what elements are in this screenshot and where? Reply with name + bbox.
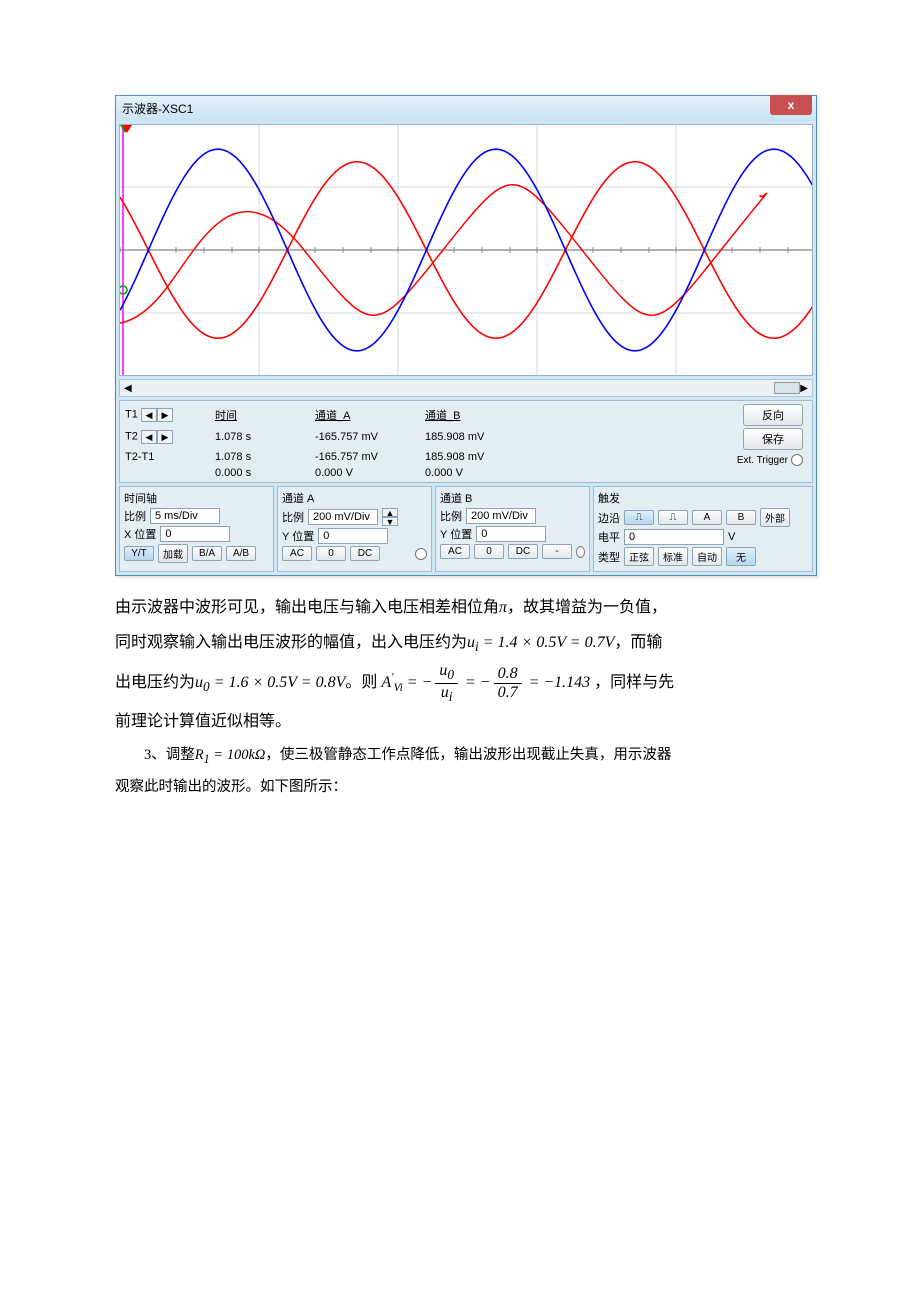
close-button[interactable]: x [770,95,812,115]
window-title: 示波器-XSC1 [122,100,193,117]
ba-button[interactable]: B/A [192,546,222,561]
t2-cha: -165.757 mV [315,451,425,463]
cha-probe-indicator [415,548,427,560]
edge-rise-button[interactable]: ⎍ [624,510,654,525]
dt-time: 0.000 s [215,467,315,479]
chb-scale-label: 比例 [440,508,462,524]
symbol-pi: π [499,599,507,616]
cha-head: 通道 A [282,490,427,506]
paragraph-6: 观察此时输出的波形。如下图所示： [115,772,805,804]
yt-button[interactable]: Y/T [124,546,154,561]
save-button[interactable]: 保存 [743,428,803,450]
close-icon: x [788,98,795,112]
timebase-head: 时间轴 [124,490,269,506]
trig-level-label: 电平 [598,529,620,545]
tb-xpos-label: X 位置 [124,526,156,542]
trigger-panel: 触发 边沿 ⎍ ⎍ A B 外部 电平 0 V 类型 正弦 标准 [593,486,813,572]
t2-time: 1.078 s [215,451,315,463]
reverse-button[interactable]: 反向 [743,404,803,426]
window-titlebar[interactable]: 示波器-XSC1 x [116,96,816,121]
ab-button[interactable]: A/B [226,546,256,561]
trig-sine-button[interactable]: 正弦 [624,547,654,566]
edge-fall-button[interactable]: ⎍ [658,510,688,525]
t2-left-icon[interactable]: ◀ [141,430,157,444]
eq-ui: ui = 1.4 × 0.5V = 0.7V [467,634,614,651]
cha-column-head: 通道_A [315,407,425,423]
trig-none-button[interactable]: 无 [726,547,756,566]
waveform-svg [120,125,813,375]
paragraph-4: 前理论计算值近似相等。 [115,704,805,739]
chb-minus-button[interactable]: - [542,544,572,559]
cha-zero-button[interactable]: 0 [316,546,346,561]
paragraph-1: 由示波器中波形可见，输出电压与输入电压相差相位角π，故其增益为一负值， [115,590,805,625]
cha-scale-label: 比例 [282,509,304,525]
paragraph-5: 3、调整R1 = 100kΩ，使三极管静态工作点降低，输出波形出现截止失真，用示… [115,740,805,772]
t2-label: T2 [125,431,138,443]
dt-chb: 0.000 V [425,467,535,479]
dt-label: T2-T1 [125,451,215,463]
trig-level-unit: V [728,531,735,543]
add-button[interactable]: 加载 [158,544,188,563]
trig-ext-button[interactable]: 外部 [760,508,790,527]
t1-cha: -165.757 mV [315,431,425,443]
scroll-right-icon[interactable]: ▶ [800,383,808,394]
scroll-thumb[interactable] [774,382,800,394]
trig-edge-label: 边沿 [598,510,620,526]
dt-cha: 0.000 V [315,467,425,479]
chb-column-head: 通道_B [425,407,535,423]
horizontal-scrollbar[interactable]: ◀ ▶ [119,379,813,397]
t1-chb: 185.908 mV [425,431,535,443]
chb-scale-field[interactable]: 200 mV/Div [466,508,536,524]
tb-scale-label: 比例 [124,508,146,524]
trig-head: 触发 [598,490,808,506]
trig-b-button[interactable]: B [726,510,756,525]
cha-ypos-field[interactable]: 0 [318,528,388,544]
t1-left-icon[interactable]: ◀ [141,408,157,422]
chb-probe-indicator [576,546,585,558]
chb-zero-button[interactable]: 0 [474,544,504,559]
t2-chb: 185.908 mV [425,451,535,463]
eq-avi: A′Vi = −u0ui = −0.80.7 = −1.143 [381,674,594,691]
t2-right-icon[interactable]: ▶ [157,430,173,444]
oscilloscope-window: 示波器-XSC1 x [115,95,817,576]
trig-a-button[interactable]: A [692,510,722,525]
timebase-panel: 时间轴 比例 5 ms/Div X 位置 0 Y/T 加载 B/A A/B [119,486,274,572]
trig-type-label: 类型 [598,549,620,565]
eq-r1: R1 = 100kΩ [195,747,266,763]
t1-label: T1 [125,409,138,421]
scroll-left-icon[interactable]: ◀ [124,383,132,394]
channel-b-panel: 通道 B 比例 200 mV/Div Y 位置 0 AC 0 DC - [435,486,590,572]
control-panels: 时间轴 比例 5 ms/Div X 位置 0 Y/T 加载 B/A A/B 通道… [119,486,813,572]
cha-scale-down-icon[interactable]: ▼ [382,517,398,526]
waveform-display [119,124,813,376]
cha-dc-button[interactable]: DC [350,546,380,561]
trig-std-button[interactable]: 标准 [658,547,688,566]
paragraph-3: 出电压约为u0 = 1.6 × 0.5V = 0.8V。则 A′Vi = −u0… [115,662,805,705]
ext-trigger-indicator [791,454,803,466]
chb-head: 通道 B [440,490,585,506]
t1-right-icon[interactable]: ▶ [157,408,173,422]
cursor-readout: T1 ◀▶ 时间 通道_A 通道_B 反向 保存 Ext. Trigger T2… [119,400,813,483]
chb-ypos-label: Y 位置 [440,526,472,542]
trig-auto-button[interactable]: 自动 [692,547,722,566]
chb-ac-button[interactable]: AC [440,544,470,559]
paragraph-2: 同时观察输入输出电压波形的幅值，出入电压约为ui = 1.4 × 0.5V = … [115,625,805,662]
trig-level-field[interactable]: 0 [624,529,724,545]
cha-scale-field[interactable]: 200 mV/Div [308,509,378,525]
chb-ypos-field[interactable]: 0 [476,526,546,542]
time-column-head: 时间 [215,407,315,423]
tb-xpos-field[interactable]: 0 [160,526,230,542]
eq-u0: u0 = 1.6 × 0.5V = 0.8V [195,674,345,691]
ext-trigger-label: Ext. Trigger [737,454,803,466]
channel-a-panel: 通道 A 比例 200 mV/Div ▲ ▼ Y 位置 0 AC 0 DC [277,486,432,572]
t1-time: 1.078 s [215,431,315,443]
chb-dc-button[interactable]: DC [508,544,538,559]
cha-ac-button[interactable]: AC [282,546,312,561]
cha-ypos-label: Y 位置 [282,528,314,544]
tb-scale-field[interactable]: 5 ms/Div [150,508,220,524]
document-body: 由示波器中波形可见，输出电压与输入电压相差相位角π，故其增益为一负值， 同时观察… [115,590,805,804]
